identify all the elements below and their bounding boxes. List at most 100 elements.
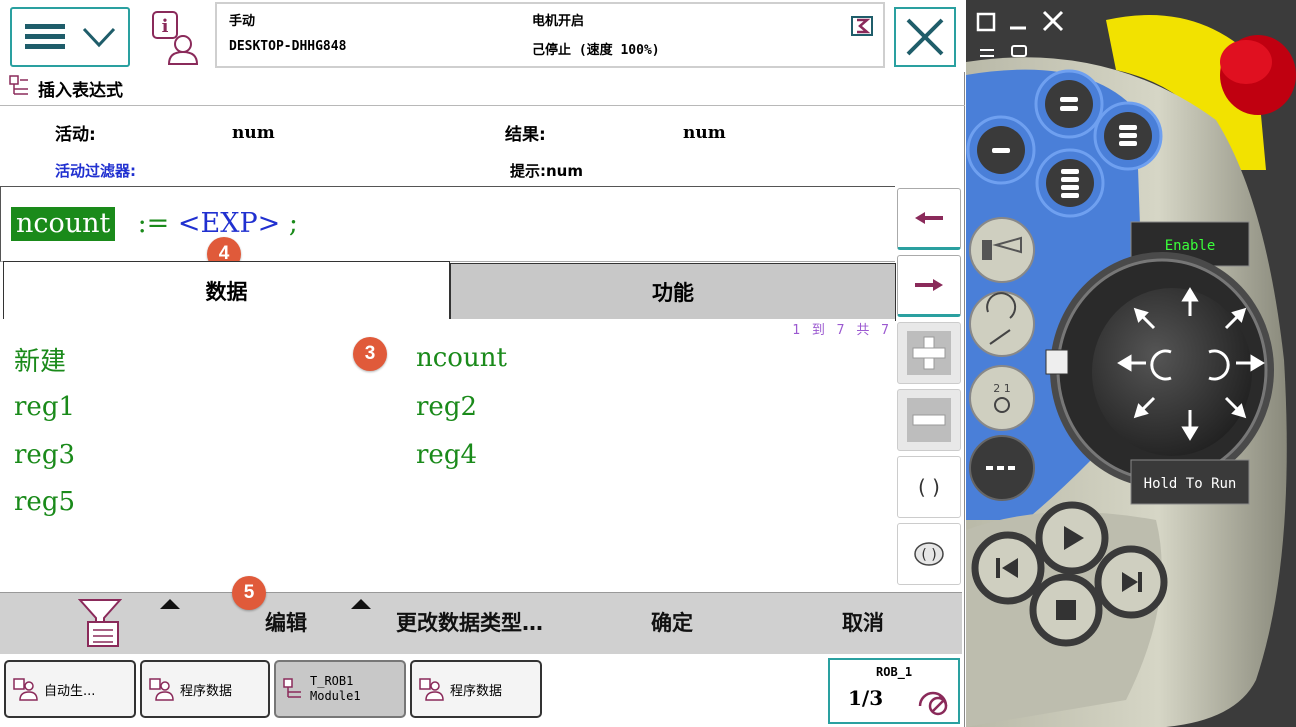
task-label: 自动生... — [44, 683, 96, 699]
exp-placeholder[interactable]: <EXP> — [178, 208, 280, 239]
flexpendant-device: 2 1 Enable Hold To Run — [966, 0, 1296, 727]
step-badge-3: 3 — [353, 337, 387, 371]
task-t-rob1-module1[interactable]: T_ROB1 Module1 — [274, 660, 406, 718]
change-datatype-button[interactable]: 更改数据类型… — [396, 607, 543, 637]
task-label: 程序数据 — [450, 683, 503, 699]
statement-end: ; — [280, 208, 298, 239]
list-counter: 1 到 7 共 7 — [792, 323, 891, 338]
window-title-row: 插入表达式 — [0, 72, 965, 106]
hint-text: 提示:num — [510, 162, 583, 180]
motion-mode-key[interactable] — [969, 291, 1035, 357]
top-bar: i 手动 DESKTOP-DHHG848 电机开启 己停止 (速度 100%) — [0, 0, 965, 72]
page-title: 插入表达式 — [38, 81, 123, 101]
caret-up-icon — [160, 599, 180, 609]
taskbar: 自动生... 程序数据 T_ROB1 Module1 程序数据 ROB_1 1/3 — [0, 656, 962, 727]
info-area: 活动: num 结果: num 活动过滤器: 提示:num — [0, 106, 965, 186]
active-filter-link[interactable]: 活动过滤器: — [55, 160, 136, 181]
remove-parentheses-button[interactable]: ( ) — [897, 523, 961, 585]
close-button[interactable] — [894, 7, 956, 67]
cursor-right-button[interactable] — [897, 255, 961, 317]
stop-button[interactable] — [1029, 573, 1103, 647]
tab-data-label: 数据 — [205, 279, 248, 304]
status-panel[interactable]: 手动 DESKTOP-DHHG848 电机开启 己停止 (速度 100%) — [215, 2, 885, 68]
emergency-stop-button[interactable] — [1220, 35, 1296, 115]
program-data-icon — [149, 678, 174, 701]
expression-variable[interactable]: ncount — [11, 207, 116, 241]
speed-icon — [918, 691, 948, 716]
step-back-button[interactable] — [971, 531, 1045, 605]
hold-to-run-label: Hold To Run — [1144, 476, 1237, 492]
tab-function-label: 功能 — [652, 281, 694, 305]
programmable-key-1[interactable] — [1034, 69, 1104, 139]
program-window-icon — [13, 678, 38, 701]
oval-parentheses-icon: ( ) — [914, 542, 944, 566]
tab-data[interactable]: 数据 — [3, 261, 450, 319]
programmable-key-4[interactable] — [1035, 148, 1105, 218]
system-name: DESKTOP-DHHG848 — [229, 39, 347, 54]
increment-fraction: 1/3 — [848, 686, 884, 710]
svg-text:2 1: 2 1 — [993, 382, 1011, 395]
parentheses-button[interactable]: ( ) — [897, 456, 961, 518]
programmable-key-3[interactable] — [1093, 101, 1163, 171]
task-label-line1: T_ROB1 — [310, 674, 354, 688]
cursor-left-button[interactable] — [897, 188, 961, 250]
data-list: 1 到 7 共 7 新建 ncount reg1 reg2 reg3 reg4 … — [0, 319, 895, 590]
list-item-reg1[interactable]: reg1 — [14, 392, 75, 422]
run-status: 己停止 (速度 100%) — [532, 43, 660, 58]
task-auto-generated[interactable]: 自动生... — [4, 660, 136, 718]
list-item-reg2[interactable]: reg2 — [416, 392, 477, 422]
mechanical-unit-label: ROB_1 — [876, 665, 913, 679]
result-label: 结果: — [505, 125, 546, 145]
abb-menu-button[interactable] — [10, 7, 130, 67]
list-item-ncount[interactable]: ncount — [416, 343, 507, 373]
hamburger-icon — [25, 24, 65, 49]
stylus-icon — [1045, 349, 1069, 375]
task-label-line2: Module1 — [310, 689, 361, 703]
list-item-reg4[interactable]: reg4 — [416, 440, 477, 470]
event-log-icon[interactable]: i — [147, 10, 205, 66]
assign-operator: := — [129, 208, 178, 239]
svg-text:i: i — [162, 16, 169, 37]
close-icon — [906, 18, 944, 56]
plus-icon — [907, 331, 951, 375]
active-value: num — [232, 123, 275, 143]
svg-text:( ): ( ) — [921, 547, 936, 563]
motor-status: 电机开启 — [532, 14, 585, 29]
task-label: 程序数据 — [180, 683, 233, 699]
step-badge-5: 5 — [232, 576, 266, 610]
play-button[interactable] — [1035, 501, 1109, 575]
subtract-button[interactable] — [897, 389, 961, 451]
chevron-down-icon — [82, 27, 116, 48]
edit-menu-button[interactable]: 编辑 — [265, 607, 307, 637]
task-program-data-1[interactable]: 程序数据 — [140, 660, 270, 718]
arrow-left-icon — [915, 212, 943, 224]
enable-label: Enable — [1165, 238, 1216, 254]
axis-mode-key[interactable]: 2 1 — [969, 365, 1035, 431]
filter-icon[interactable] — [78, 598, 122, 648]
caret-up-icon — [351, 599, 371, 609]
flexpendant-screen: i 手动 DESKTOP-DHHG848 电机开启 己停止 (速度 100%) — [0, 0, 965, 727]
ok-button[interactable]: 确定 — [651, 607, 693, 637]
programmable-key-2[interactable] — [966, 115, 1036, 185]
list-item-reg3[interactable]: reg3 — [14, 440, 75, 470]
result-value: num — [683, 123, 726, 143]
mechanical-unit-key[interactable] — [969, 217, 1035, 283]
list-item-reg5[interactable]: reg5 — [14, 487, 75, 517]
increment-key[interactable] — [969, 435, 1035, 501]
tab-function[interactable]: 功能 — [450, 263, 896, 321]
task-program-data-2[interactable]: 程序数据 — [410, 660, 542, 718]
add-button[interactable] — [897, 322, 961, 384]
active-label: 活动: — [55, 125, 96, 145]
list-item-new[interactable]: 新建 — [14, 341, 66, 378]
joystick[interactable] — [1050, 252, 1274, 488]
program-editor-icon — [283, 678, 301, 698]
program-data-icon — [419, 678, 444, 701]
quickset-button[interactable]: ROB_1 1/3 — [828, 658, 960, 724]
step-forward-button[interactable] — [1094, 545, 1168, 619]
expression-editor[interactable]: ncount := <EXP> ; — [0, 186, 895, 262]
arrow-right-icon — [915, 279, 943, 291]
program-status-icon — [851, 16, 873, 36]
cancel-button[interactable]: 取消 — [842, 607, 884, 637]
expression-rest[interactable]: := <EXP> ; — [129, 207, 298, 241]
command-bar: 编辑 更改数据类型… 确定 取消 — [0, 592, 962, 654]
